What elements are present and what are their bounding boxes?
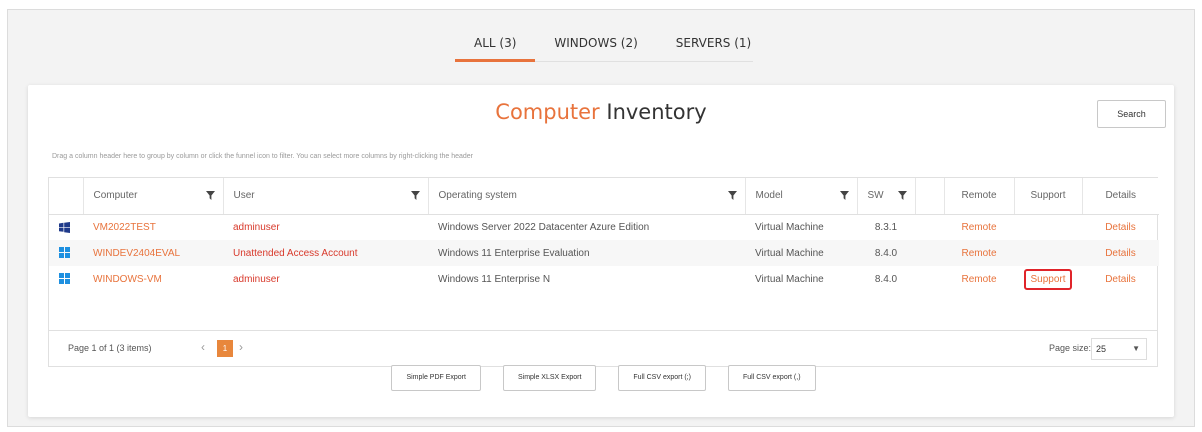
title-accent: Computer [495,100,600,124]
icon-column-header [49,178,84,215]
user-name-link[interactable]: Unattended Access Account [223,240,428,266]
windows-server-icon [59,221,70,233]
inventory-grid: Computer User Operating system Model SW … [48,177,1159,367]
column-header-os[interactable]: Operating system [428,178,746,215]
computer-name-link[interactable]: WINDOWS-VM [83,266,223,292]
full-csv-comma-export-button[interactable]: Full CSV export (,) [727,365,816,391]
windows-11-icon [59,247,70,259]
spacer-column-header [915,178,945,215]
page-button-current[interactable]: 1 [217,340,233,357]
search-button[interactable]: Search [1097,100,1166,128]
tab-all[interactable]: ALL (3) [455,30,536,62]
tab-servers[interactable]: SERVERS (1) [657,30,770,61]
computer-name-link[interactable]: WINDEV2404EVAL [83,240,223,266]
column-header-support[interactable]: Support [1014,178,1083,215]
filter-tabs: ALL (3) WINDOWS (2) SERVERS (1) [455,30,753,62]
funnel-icon[interactable] [897,191,907,200]
column-header-sw[interactable]: SW [857,178,916,215]
pager-info: Page 1 of 1 (3 items) [68,343,152,353]
pager: Page 1 of 1 (3 items) ‹ 1 › Page size: 2… [49,330,1157,366]
column-header-user[interactable]: User [223,178,429,215]
spacer-cell [915,266,944,292]
sw-version-cell: 8.4.0 [874,273,898,285]
details-link[interactable]: Details [1082,240,1159,266]
details-link[interactable]: Details [1082,266,1159,292]
tab-windows[interactable]: WINDOWS (2) [535,30,656,61]
page-size-select[interactable]: 25 ▼ [1091,338,1147,360]
model-cell: Virtual Machine [755,273,824,285]
os-cell: Windows 11 Enterprise Evaluation [428,240,745,266]
remote-link[interactable]: Remote [944,240,1014,266]
funnel-icon[interactable] [205,191,215,200]
chevron-left-icon[interactable]: ‹ [201,340,205,354]
support-cell [1014,240,1082,266]
user-name-link[interactable]: adminuser [223,214,428,240]
computer-name-link[interactable]: VM2022TEST [83,214,223,240]
funnel-icon[interactable] [410,191,420,200]
support-link[interactable]: Support [1024,268,1072,290]
os-icon-cell [49,240,83,266]
model-cell: Virtual Machine [755,221,824,233]
group-hint: Drag a column header here to group by co… [52,153,474,160]
support-cell: Support [1014,266,1082,292]
column-header-computer[interactable]: Computer [83,178,224,215]
os-cell: Windows 11 Enterprise N [438,273,551,285]
spacer-cell [915,240,944,266]
simple-pdf-export-button[interactable]: Simple PDF Export [391,365,481,391]
details-link[interactable]: Details [1082,214,1159,240]
funnel-icon[interactable] [727,191,737,200]
export-buttons: Simple PDF Export Simple XLSX Export Ful… [28,365,1174,391]
caret-down-icon: ▼ [1132,344,1140,353]
os-icon-cell [49,214,83,240]
column-header-details[interactable]: Details [1082,178,1159,215]
windows-11-icon [59,273,70,285]
remote-link[interactable]: Remote [944,214,1014,240]
user-name-link[interactable]: adminuser [223,266,428,292]
page-size-label: Page size: [1049,343,1092,353]
sw-version-cell: 8.4.0 [857,240,915,266]
funnel-icon[interactable] [839,191,849,200]
simple-xlsx-export-button[interactable]: Simple XLSX Export [502,365,597,391]
column-header-model[interactable]: Model [745,178,858,215]
full-csv-semicolon-export-button[interactable]: Full CSV export (;) [618,365,706,391]
title-rest: Inventory [599,100,707,124]
remote-link[interactable]: Remote [944,266,1014,292]
table-row[interactable]: WINDEV2404EVAL Unattended Access Account… [49,240,1159,266]
table-row[interactable]: WINDOWS-VM adminuser Windows 11 Enterpri… [49,266,1159,292]
chevron-right-icon[interactable]: › [239,340,243,354]
page-size-value: 25 [1096,344,1107,354]
spacer-cell [915,214,944,240]
page-title: Computer Inventory [28,100,1174,124]
table-row[interactable]: VM2022TEST adminuser Windows Server 2022… [49,214,1159,240]
os-icon-cell [49,266,83,292]
model-cell: Virtual Machine [745,240,857,266]
column-header-remote[interactable]: Remote [944,178,1015,215]
support-cell [1014,214,1082,240]
sw-version-cell: 8.3.1 [874,221,898,233]
os-cell: Windows Server 2022 Datacenter Azure Edi… [438,221,650,233]
inventory-card: Computer Inventory Search Drag a column … [28,85,1174,417]
